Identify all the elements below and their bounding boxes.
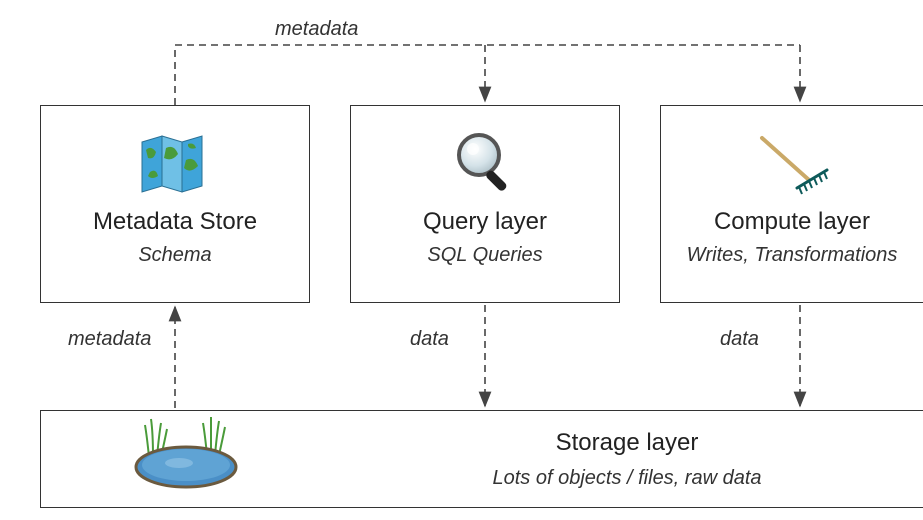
box-query-layer: Query layer SQL Queries [350,105,620,303]
box-metadata-store: Metadata Store Schema [40,105,310,303]
query-layer-subtitle: SQL Queries [427,244,542,267]
magnifier-icon [449,124,521,202]
metadata-store-subtitle: Schema [138,244,211,267]
box-compute-layer: Compute layer Writes, Transformations [660,105,923,303]
edge-label-data-right: data [720,328,759,351]
storage-layer-subtitle: Lots of objects / files, raw data [492,467,761,490]
pond-icon [41,419,331,499]
edge-label-data-middle: data [410,328,449,351]
compute-layer-title: Compute layer [714,208,870,236]
edge-label-metadata-top: metadata [275,18,358,41]
metadata-store-title: Metadata Store [93,208,257,236]
storage-layer-title: Storage layer [556,429,699,457]
map-icon [136,124,214,202]
rake-icon [747,124,837,202]
compute-layer-subtitle: Writes, Transformations [687,244,898,267]
query-layer-title: Query layer [423,208,547,236]
edge-label-metadata-left: metadata [68,328,151,351]
box-storage-layer: Storage layer Lots of objects / files, r… [40,410,923,508]
